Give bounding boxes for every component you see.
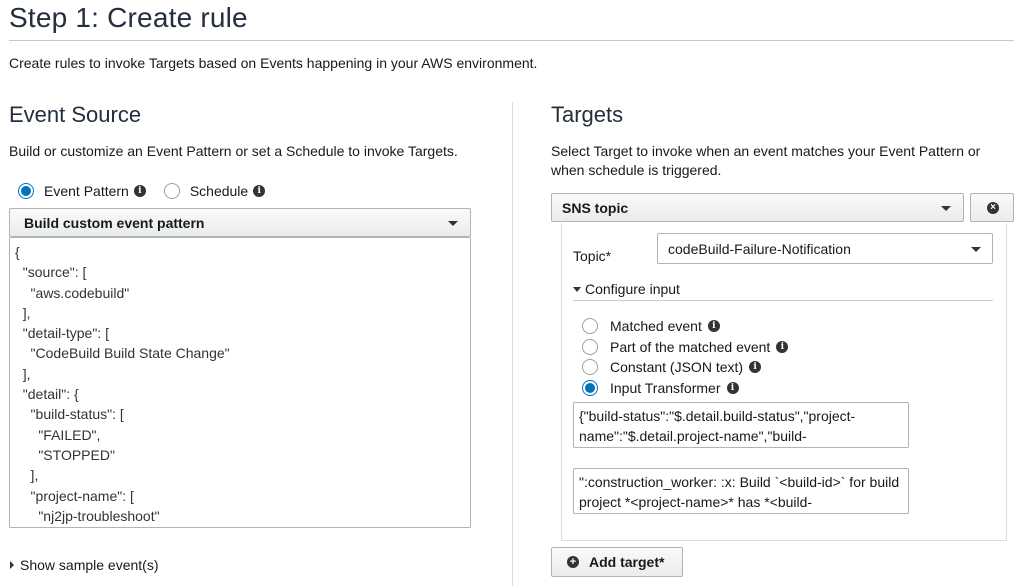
input-type-radios: Matched event i Part of the matched even… [582,316,789,399]
info-icon[interactable]: i [707,320,720,333]
targets-description: Select Target to invoke when an event ma… [551,143,981,178]
caret-down-icon [573,286,581,292]
schedule-option[interactable]: Schedule i [163,183,266,199]
event-source-title: Event Source [9,102,142,127]
input-template-textarea[interactable]: ":construction_worker: :x: Build `<build… [573,468,909,514]
chevron-down-icon [971,247,981,252]
configure-input-toggle[interactable]: Configure input [573,281,680,297]
constant-json-label[interactable]: Constant (JSON text) [610,359,743,375]
title-divider [9,40,1014,41]
schedule-radio[interactable] [163,183,180,199]
event-pattern-editor[interactable]: { "source": [ "aws.codebuild" ], "detail… [9,237,471,528]
matched-event-option[interactable]: Matched event i [582,316,788,337]
event-source-description: Build or customize an Event Pattern or s… [9,143,458,159]
event-source-type-radios: Event Pattern i Schedule i [18,183,283,199]
add-target-label: Add target* [589,554,665,570]
part-of-matched-event-option[interactable]: Part of the matched event i [582,337,789,358]
constant-json-radio[interactable] [582,359,598,376]
add-target-button[interactable]: + Add target* [551,547,683,577]
add-circle-icon: + [567,556,579,568]
event-pattern-option[interactable]: Event Pattern i [18,183,146,199]
matched-event-radio[interactable] [582,318,598,335]
remove-target-button[interactable]: × [970,193,1014,222]
input-transformer-label[interactable]: Input Transformer [610,380,721,396]
caret-right-icon [10,561,14,569]
show-sample-events-label[interactable]: Show sample event(s) [20,557,159,573]
topic-select[interactable]: codeBuild-Failure-Notification [657,233,993,264]
info-icon[interactable]: i [749,361,762,374]
show-sample-events-toggle[interactable]: Show sample event(s) [10,557,159,573]
info-icon[interactable]: i [133,185,146,197]
page-intro: Create rules to invoke Targets based on … [9,55,538,71]
targets-title: Targets [551,102,624,127]
page-title: Step 1: Create rule [9,2,248,33]
input-transformer-option[interactable]: Input Transformer i [582,378,788,399]
input-transformer-radio[interactable] [582,379,598,396]
schedule-label[interactable]: Schedule [190,183,248,199]
column-divider [512,102,513,586]
target-type-select[interactable]: SNS topic [551,193,964,222]
part-of-matched-event-label[interactable]: Part of the matched event [610,339,770,355]
topic-label: Topic* [573,248,612,264]
chevron-down-icon [448,220,458,226]
topic-select-value: codeBuild-Failure-Notification [668,241,851,257]
part-of-matched-event-radio[interactable] [582,338,598,355]
target-type-value: SNS topic [562,200,629,216]
constant-json-option[interactable]: Constant (JSON text) i [582,357,788,378]
info-icon[interactable]: i [776,340,789,353]
event-pattern-select[interactable]: Build custom event pattern [9,208,471,237]
chevron-down-icon [941,205,951,211]
event-pattern-label[interactable]: Event Pattern [44,183,129,199]
info-icon[interactable]: i [726,381,739,394]
info-icon[interactable]: i [253,185,266,197]
remove-circle-icon: × [987,202,999,214]
configure-input-divider [573,300,993,301]
input-paths-textarea[interactable]: {"build-status":"$.detail.build-status",… [573,402,909,448]
event-pattern-select-value: Build custom event pattern [24,215,205,231]
matched-event-label[interactable]: Matched event [610,318,702,334]
configure-input-label[interactable]: Configure input [585,281,680,297]
event-pattern-radio[interactable] [18,183,34,199]
